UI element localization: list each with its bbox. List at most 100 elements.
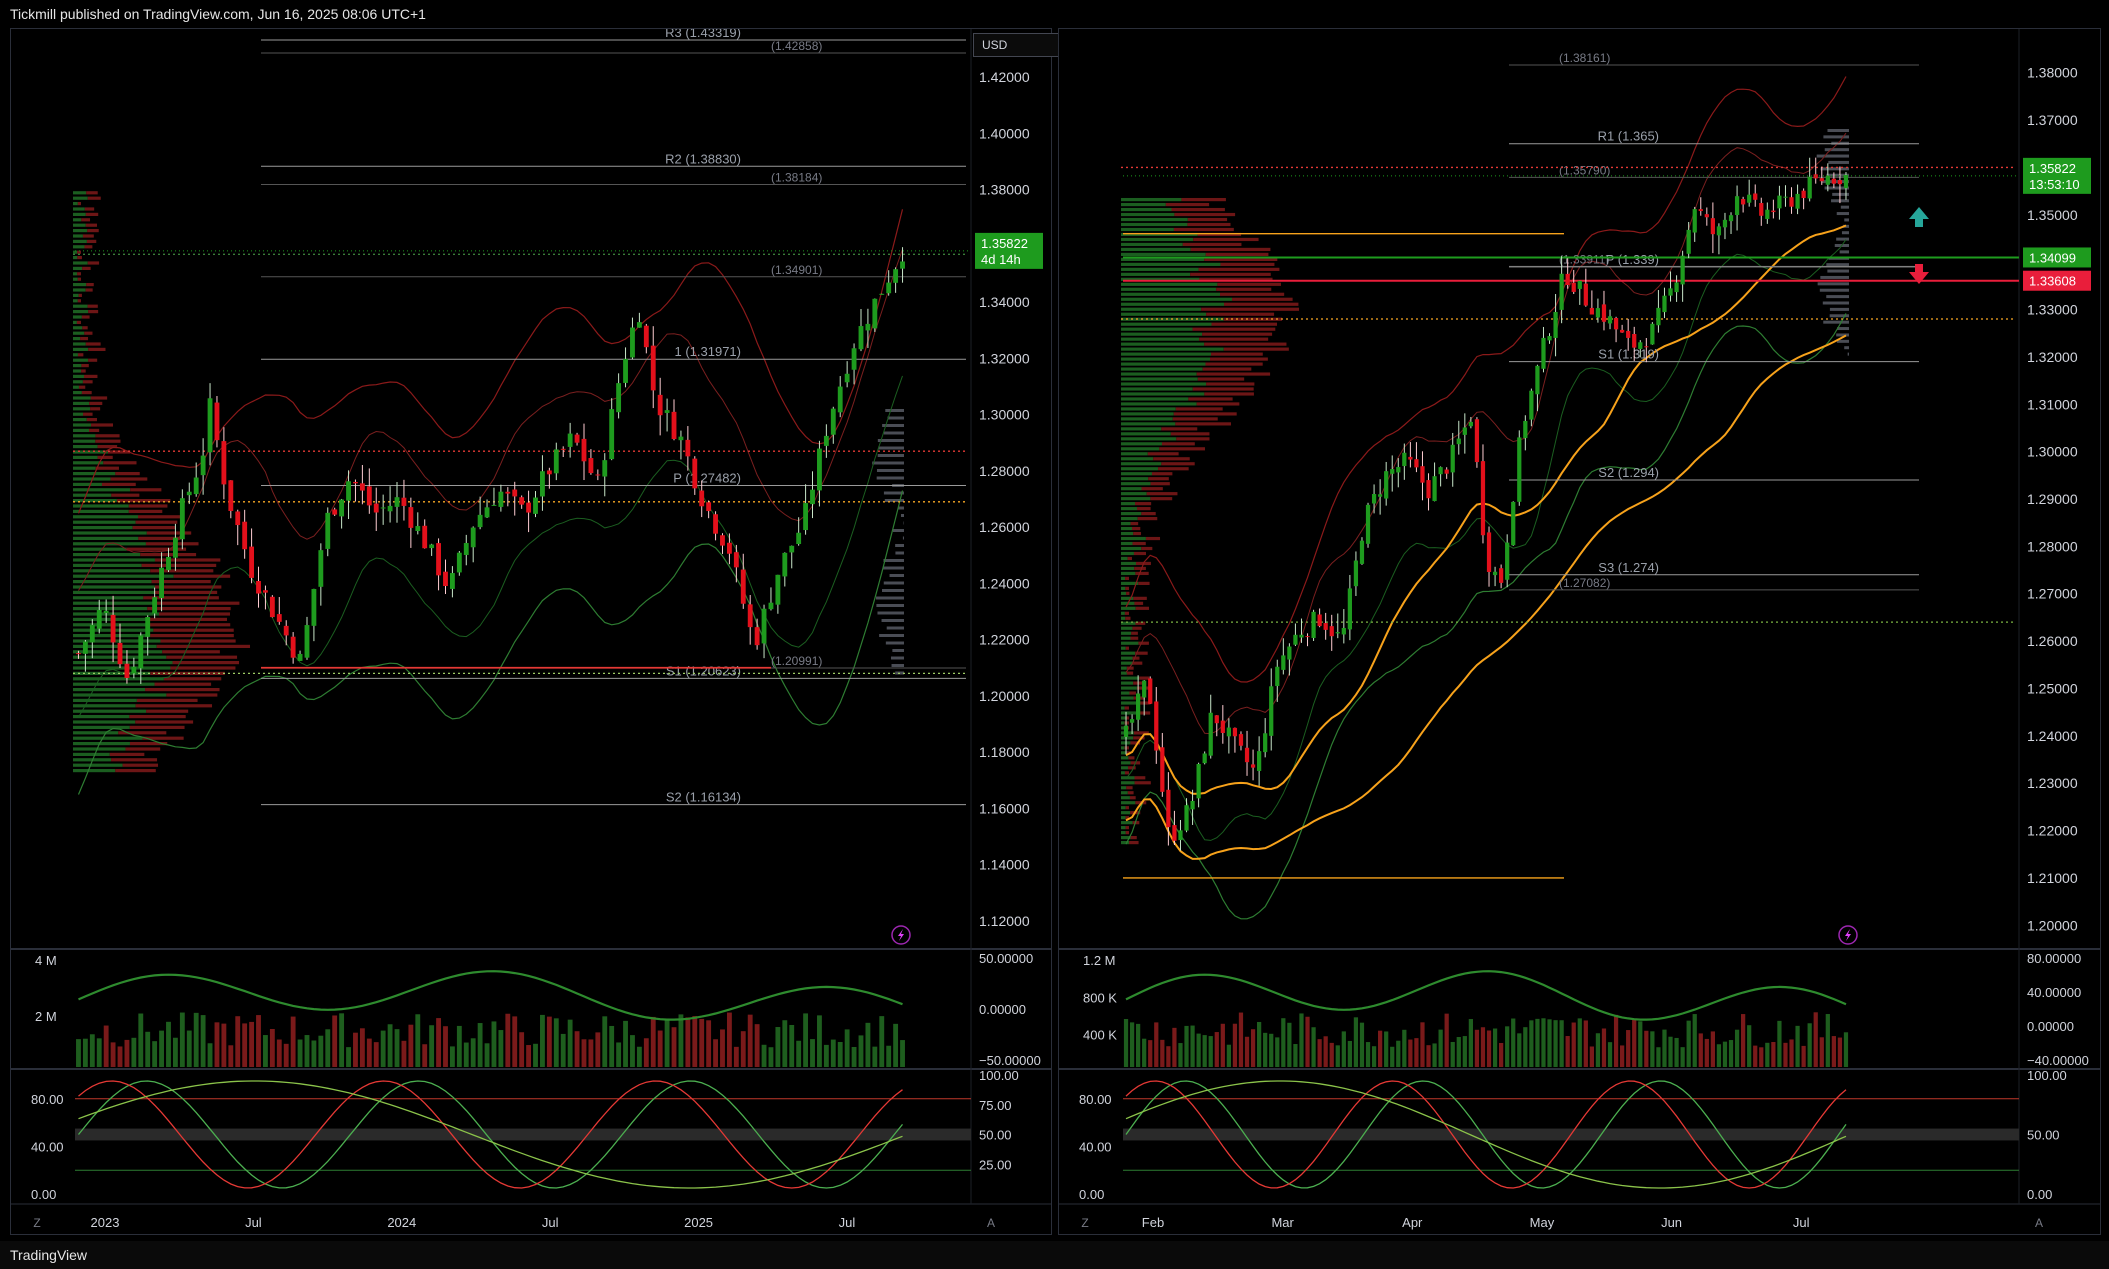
volume-bar <box>1353 1017 1359 1067</box>
volume-profile-bar <box>1192 327 1276 331</box>
volume-bar <box>1765 1042 1770 1067</box>
volume-bar <box>290 1016 296 1067</box>
volume-bar <box>830 1039 836 1067</box>
volume-bar <box>1202 1035 1207 1067</box>
chart-panel-right[interactable]: (1.38161) R1 (1.365) (1.35790) (1.33911) P (… <box>1058 28 2101 1235</box>
session-profile-bar <box>877 454 904 457</box>
time-axis-corner-z: Z <box>1081 1216 1088 1230</box>
volume-bar <box>1456 1037 1461 1067</box>
volume-profile-bar <box>1121 307 1202 311</box>
up-arrow-icon <box>1909 207 1929 227</box>
volume-profile-bar <box>1127 556 1132 561</box>
volume-profile-bar <box>1121 681 1134 685</box>
volume-profile-bar <box>1121 342 1205 346</box>
volume-profile-bar <box>73 493 112 497</box>
volume-axis-label: 2 M <box>35 1009 57 1024</box>
volume-profile-bar <box>1121 237 1194 242</box>
stoch-left-axis-label: 0.00 <box>31 1187 56 1202</box>
session-profile-bar <box>1820 167 1849 171</box>
volume-profile-bar <box>73 423 92 427</box>
candle-body <box>643 325 649 348</box>
chart-svg-left[interactable]: R3 (1.43319) (1.42858) R2 (1.38830) (1.3818… <box>11 29 1051 1234</box>
volume-profile-bar <box>1125 576 1129 581</box>
session-profile-bar <box>1826 263 1849 267</box>
volume-bar <box>415 1014 421 1067</box>
chart-panel-left[interactable]: USD R3 (1.43319) (1.42858) R2 (1.38830) (1.… <box>10 28 1059 1235</box>
volume-bar <box>858 1035 864 1067</box>
candle-body <box>1154 701 1159 751</box>
candle-body <box>1287 646 1292 660</box>
stoch-right-axis-label: 50.00 <box>979 1128 1012 1143</box>
volume-bar <box>110 1042 116 1067</box>
candle-body <box>630 327 635 358</box>
volume-profile-bar <box>73 698 137 702</box>
chart-svg-right[interactable]: (1.38161) R1 (1.365) (1.35790) (1.33911)P (… <box>1059 29 2100 1234</box>
pivot-level-label: (1.34901) <box>771 263 822 277</box>
price-axis-label: 1.21000 <box>2027 870 2078 886</box>
candle-body <box>1390 469 1395 474</box>
session-profile-bar <box>900 514 904 517</box>
candle-body <box>1795 193 1800 209</box>
candle-body <box>1819 178 1824 182</box>
volume-bar <box>89 1034 95 1067</box>
volume-bar <box>1813 1012 1818 1067</box>
candle-body <box>650 345 656 391</box>
session-profile-bar <box>883 566 904 570</box>
volume-bar <box>533 1043 538 1067</box>
volume-profile-bar <box>95 434 120 438</box>
volume-bar <box>609 1025 615 1067</box>
candle-body <box>1129 719 1135 723</box>
volume-bar <box>636 1046 642 1067</box>
candle-body <box>699 490 705 507</box>
oscillator-axis-label: 0.00000 <box>2027 1019 2074 1034</box>
volume-bar <box>671 1027 677 1067</box>
pivot-level-label: (1.33911) <box>1559 252 1609 266</box>
volume-bar <box>346 1047 351 1067</box>
candle-body <box>1317 614 1322 627</box>
volume-profile-bar <box>73 752 110 756</box>
candle-body <box>560 448 566 450</box>
candle-body <box>858 326 864 350</box>
volume-profile-bar <box>1192 387 1254 391</box>
candle-body <box>1753 193 1758 200</box>
price-axis-label: 1.33000 <box>2027 302 2078 318</box>
volume-bar <box>893 1023 899 1067</box>
volume-profile-bar <box>1121 521 1131 526</box>
volume-bar <box>401 1040 407 1067</box>
candle-body <box>810 489 815 505</box>
volume-profile-bar <box>1133 596 1147 600</box>
volume-bar <box>1329 1042 1334 1067</box>
publish-header: Tickmill published on TradingView.com, J… <box>0 0 2109 28</box>
candle-body <box>221 441 227 485</box>
volume-bar <box>1166 1046 1171 1067</box>
volume-bar <box>76 1039 81 1067</box>
candle-body <box>1311 611 1316 638</box>
volume-profile-bar <box>73 536 139 540</box>
volume-profile-bar <box>1121 302 1225 306</box>
volume-bar <box>1819 1037 1824 1067</box>
candle-body <box>1734 196 1740 216</box>
volume-profile-bar <box>77 277 81 281</box>
volume-bar <box>283 1043 289 1067</box>
tradingview-logo-icon[interactable]: TradingView <box>10 1247 87 1263</box>
volume-bar <box>1299 1013 1304 1067</box>
volume-profile-bar <box>73 596 144 600</box>
session-profile-bar <box>883 559 904 562</box>
candle-body <box>595 474 601 476</box>
time-axis-label: Apr <box>1402 1215 1423 1230</box>
volume-profile-bar <box>73 682 155 686</box>
volume-profile-bar <box>135 520 178 524</box>
volume-profile-bar <box>1121 337 1200 341</box>
volume-profile-bar <box>73 331 85 335</box>
session-profile-bar <box>883 431 904 435</box>
candle-body <box>311 588 317 626</box>
volume-profile-bar <box>1121 202 1166 207</box>
candle-body <box>581 438 587 462</box>
volume-profile-bar <box>73 725 130 729</box>
volume-bar <box>193 1012 199 1067</box>
volume-profile-bar <box>1147 452 1179 456</box>
candle-body <box>359 483 365 491</box>
volume-profile-bar <box>73 715 130 719</box>
candle-body <box>671 411 677 440</box>
volume-profile-bar <box>1121 212 1175 217</box>
